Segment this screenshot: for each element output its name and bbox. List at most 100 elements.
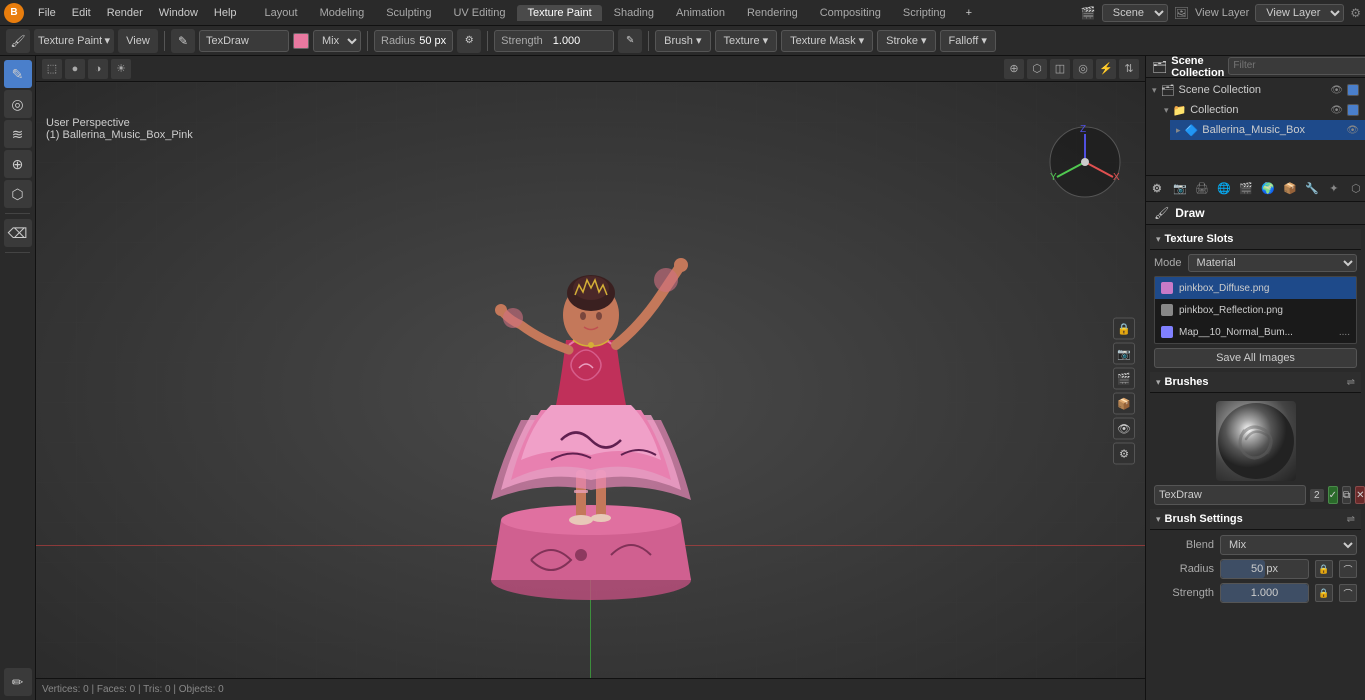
viewport-snap-btn[interactable]: ⚡: [1096, 59, 1116, 79]
radius-slider-prop[interactable]: 50 px: [1220, 559, 1309, 579]
clone-tool-btn[interactable]: ⊕: [4, 150, 32, 178]
viewport-canvas[interactable]: Z X Y User Perspective (1) Ballerina_Mus…: [36, 82, 1145, 700]
outliner-search-input[interactable]: [1228, 57, 1365, 75]
tab-shading[interactable]: Shading: [604, 5, 664, 21]
right-panel: 🗂 Scene Collection ⚙ ▾ 🗂 Scene Collectio…: [1145, 56, 1365, 700]
brush-confirm-btn[interactable]: ✓: [1328, 486, 1338, 504]
brush-icon[interactable]: ✎: [171, 29, 195, 53]
strength-curve-prop[interactable]: ⌒: [1339, 584, 1357, 602]
camera-view-btn[interactable]: 📷: [1113, 343, 1135, 365]
object-name-label: (1) Ballerina_Music_Box_Pink: [46, 129, 193, 141]
texture-paint-mode-dropdown[interactable]: Texture Paint ▾: [34, 29, 114, 53]
strength-settings-btn[interactable]: ✎: [618, 29, 642, 53]
view-layer-select[interactable]: View Layer: [1255, 4, 1344, 22]
radius-lock-btn[interactable]: ⚙: [457, 29, 481, 53]
tab-uv-editing[interactable]: UV Editing: [443, 5, 515, 21]
viewport-overlays-btn[interactable]: ⬡: [1027, 59, 1047, 79]
viewport-mirror-btn[interactable]: ⇅: [1119, 59, 1139, 79]
mode-dropdown[interactable]: Material: [1188, 254, 1357, 272]
scene-view-btn[interactable]: 🎬: [1113, 368, 1135, 390]
brush-name-input[interactable]: [199, 30, 289, 52]
tab-layout[interactable]: Layout: [255, 5, 308, 21]
lock-view-btn[interactable]: 🔒: [1113, 318, 1135, 340]
viewport-shading-wire[interactable]: ⬚: [42, 59, 62, 79]
annotate-tool-btn[interactable]: ✏: [4, 668, 32, 696]
ballerina-eye[interactable]: 👁: [1346, 125, 1359, 136]
strength-slider[interactable]: Strength 1.000: [494, 30, 614, 52]
strength-lock-prop[interactable]: 🔒: [1315, 584, 1333, 602]
brush-delete-btn[interactable]: ✕: [1355, 486, 1365, 504]
viewport-shading-render[interactable]: ☀: [111, 59, 131, 79]
radius-curve-prop[interactable]: ⌒: [1339, 560, 1357, 578]
soften-tool-btn[interactable]: ◎: [4, 90, 32, 118]
prop-icon-modifier[interactable]: 🔧: [1302, 179, 1322, 199]
outliner-ballerina-object[interactable]: ▸ 🔷 Ballerina_Music_Box 👁: [1170, 120, 1365, 140]
scene-select[interactable]: Scene: [1102, 4, 1168, 22]
menu-help[interactable]: Help: [206, 5, 245, 21]
scene-collection-checkbox[interactable]: [1347, 84, 1359, 96]
viewport-shading-material[interactable]: ◑: [88, 59, 108, 79]
prop-icon-physics[interactable]: ⬡: [1346, 179, 1365, 199]
texture-mask-btn[interactable]: Texture Mask ▾: [781, 30, 873, 52]
add-workspace-btn[interactable]: +: [958, 5, 980, 21]
texture-item-reflection[interactable]: pinkbox_Reflection.png: [1155, 299, 1356, 321]
blend-mode-dropdown[interactable]: Mix: [313, 30, 361, 52]
radius-slider[interactable]: Radius 50 px: [374, 30, 453, 52]
erase-tool-btn[interactable]: ⌫: [4, 219, 32, 247]
reflection-texture-name: pinkbox_Reflection.png: [1179, 305, 1350, 316]
viewport-gizmo-btn[interactable]: ⊕: [1004, 59, 1024, 79]
prop-icon-object[interactable]: 📦: [1280, 179, 1300, 199]
tab-texture-paint[interactable]: Texture Paint: [517, 5, 601, 21]
brushes-header[interactable]: ▾ Brushes ⇌: [1150, 372, 1361, 393]
mode-icon-btn[interactable]: 🖌: [6, 29, 30, 53]
menu-file[interactable]: File: [30, 5, 64, 21]
brush-dropdown-btn[interactable]: Brush ▾: [655, 30, 710, 52]
radius-lock-prop[interactable]: 🔒: [1315, 560, 1333, 578]
viewport-shading-solid[interactable]: ●: [65, 59, 85, 79]
filter-view-btn[interactable]: ⚙: [1113, 443, 1135, 465]
blend-dropdown[interactable]: Mix: [1220, 535, 1357, 555]
prop-icon-render[interactable]: 📷: [1170, 179, 1190, 199]
prop-icon-view-layer[interactable]: 🌐: [1214, 179, 1234, 199]
tab-sculpting[interactable]: Sculpting: [376, 5, 441, 21]
outliner-collection[interactable]: ▾ 📁 Collection 👁: [1158, 100, 1365, 120]
tab-rendering[interactable]: Rendering: [737, 5, 808, 21]
save-all-images-btn[interactable]: Save All Images: [1154, 348, 1357, 368]
prop-icon-scene[interactable]: 🎬: [1236, 179, 1256, 199]
tab-modeling[interactable]: Modeling: [310, 5, 375, 21]
draw-tool-btn[interactable]: ✎: [4, 60, 32, 88]
viewport-xray-btn[interactable]: ◫: [1050, 59, 1070, 79]
brush-settings-header[interactable]: ▾ Brush Settings ⇌: [1150, 509, 1361, 530]
viewport[interactable]: ⬚ ● ◑ ☀ ⊕ ⬡ ◫ ◎ ⚡ ⇅: [36, 56, 1145, 700]
texture-item-diffuse[interactable]: pinkbox_Diffuse.png: [1155, 277, 1356, 299]
color-swatch[interactable]: [293, 33, 309, 49]
hide-view-btn[interactable]: 👁: [1113, 418, 1135, 440]
prop-icon-particles[interactable]: ✦: [1324, 179, 1344, 199]
tab-animation[interactable]: Animation: [666, 5, 735, 21]
menu-window[interactable]: Window: [151, 5, 206, 21]
brush-copy-btn[interactable]: ⧉: [1342, 486, 1351, 504]
texture-slots-title: Texture Slots: [1165, 233, 1234, 245]
smear-tool-btn[interactable]: ≋: [4, 120, 32, 148]
stroke-btn[interactable]: Stroke ▾: [877, 30, 935, 52]
texture-item-normal[interactable]: Map__10_Normal_Bum... ....: [1155, 321, 1356, 343]
header-view-btn[interactable]: View: [118, 29, 158, 53]
collection-eye[interactable]: 👁: [1330, 105, 1343, 116]
texture-slots-header[interactable]: ▾ Texture Slots: [1150, 229, 1361, 250]
strength-slider-prop[interactable]: 1.000: [1220, 583, 1309, 603]
brush-name-field[interactable]: [1154, 485, 1306, 505]
outliner-scene-collection[interactable]: ▾ 🗂 Scene Collection 👁: [1146, 80, 1365, 100]
collection-view-btn[interactable]: 📦: [1113, 393, 1135, 415]
menu-render[interactable]: Render: [99, 5, 151, 21]
falloff-btn[interactable]: Falloff ▾: [940, 30, 996, 52]
viewport-proportional-btn[interactable]: ◎: [1073, 59, 1093, 79]
prop-icon-world[interactable]: 🌍: [1258, 179, 1278, 199]
menu-edit[interactable]: Edit: [64, 5, 99, 21]
tab-compositing[interactable]: Compositing: [810, 5, 891, 21]
scene-collection-eye[interactable]: 👁: [1330, 85, 1343, 96]
tab-scripting[interactable]: Scripting: [893, 5, 956, 21]
fill-tool-btn[interactable]: ⬡: [4, 180, 32, 208]
texture-dropdown-btn[interactable]: Texture ▾: [715, 30, 778, 52]
collection-checkbox[interactable]: [1347, 104, 1359, 116]
prop-icon-output[interactable]: 🖨: [1192, 179, 1212, 199]
